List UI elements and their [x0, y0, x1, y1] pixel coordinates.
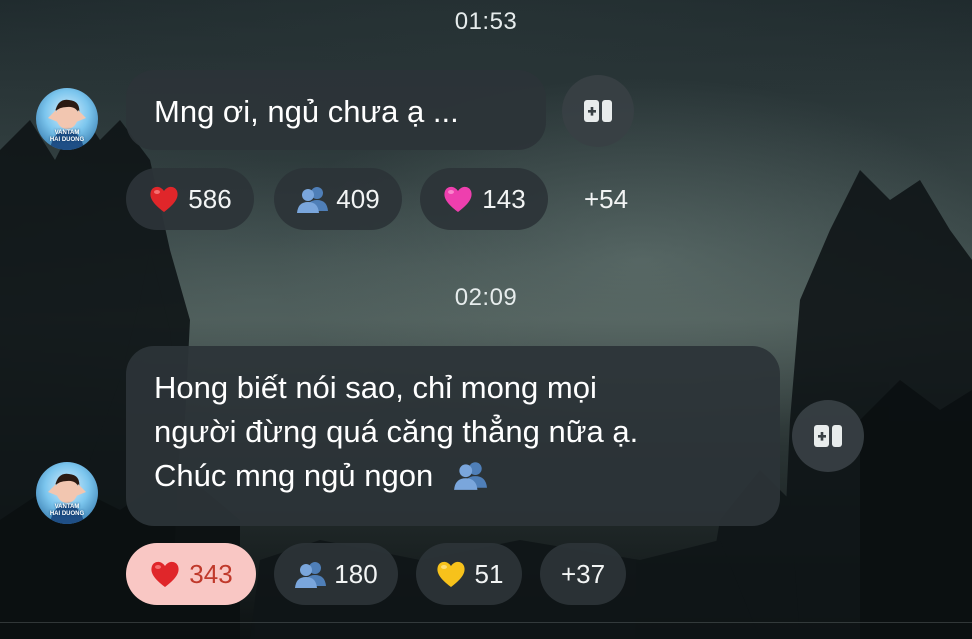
yellow-heart-icon — [436, 561, 465, 587]
more-reactions-chip[interactable]: +54 — [560, 168, 652, 230]
message-bubble[interactable]: Hong biết nói sao, chỉ mong mọi người đừ… — [126, 346, 780, 526]
avatar-badge-line-1: VANTAM — [54, 504, 80, 510]
reaction-chip[interactable]: 143 — [420, 168, 548, 230]
pink-heart-icon — [444, 186, 472, 212]
reaction-chip-selected[interactable]: 343 — [126, 543, 256, 605]
reaction-chip[interactable]: 586 — [126, 168, 254, 230]
avatar-badge-line-2: HAI DUONG — [49, 137, 85, 143]
reaction-chip[interactable]: 180 — [274, 543, 398, 605]
reaction-count: +54 — [583, 183, 629, 214]
share-panel-icon — [814, 425, 842, 447]
avatar[interactable]: VANTAM HAI DUONG — [36, 462, 98, 524]
chat-screen: 01:53 VANTAM HAI DUONG Mng ơi, ngủ chưa … — [0, 0, 972, 639]
red-heart-icon — [150, 186, 178, 212]
avatar[interactable]: VANTAM HAI DUONG — [36, 88, 98, 150]
share-panel-icon — [584, 100, 612, 122]
message-text-line: Chúc mng ngủ ngon — [154, 458, 434, 493]
busts-in-silhouette-icon — [453, 462, 487, 490]
red-heart-icon — [151, 561, 179, 587]
busts-in-silhouette-icon — [295, 562, 327, 588]
reaction-count: 343 — [189, 558, 233, 589]
avatar-badge-line-2: HAI DUONG — [49, 511, 85, 517]
avatar-badge-line-1: VANTAM — [54, 130, 80, 136]
reaction-count: 586 — [188, 183, 232, 214]
reaction-chip[interactable]: 409 — [274, 168, 402, 230]
reaction-count: 180 — [334, 558, 378, 589]
forward-button[interactable] — [792, 400, 864, 472]
more-reactions-chip[interactable]: +37 — [540, 543, 626, 605]
reaction-count: 143 — [482, 183, 526, 214]
reaction-count: 409 — [336, 183, 380, 214]
message-text-line: Hong biết nói sao, chỉ mong mọi — [154, 370, 597, 405]
message-bubble[interactable]: Mng ơi, ngủ chưa ạ ... — [126, 70, 546, 150]
reaction-count: +37 — [560, 558, 606, 589]
message-text: Mng ơi, ngủ chưa ạ ... — [154, 94, 459, 129]
divider — [0, 622, 972, 623]
reaction-chip[interactable]: 51 — [416, 543, 522, 605]
reaction-count: 51 — [474, 558, 504, 589]
message-text-line: người đừng quá căng thẳng nữa ạ. — [154, 414, 639, 449]
busts-in-silhouette-icon — [297, 187, 329, 213]
message-timestamp: 01:53 — [454, 8, 518, 35]
message-timestamp: 02:09 — [454, 284, 518, 311]
forward-button[interactable] — [562, 75, 634, 147]
